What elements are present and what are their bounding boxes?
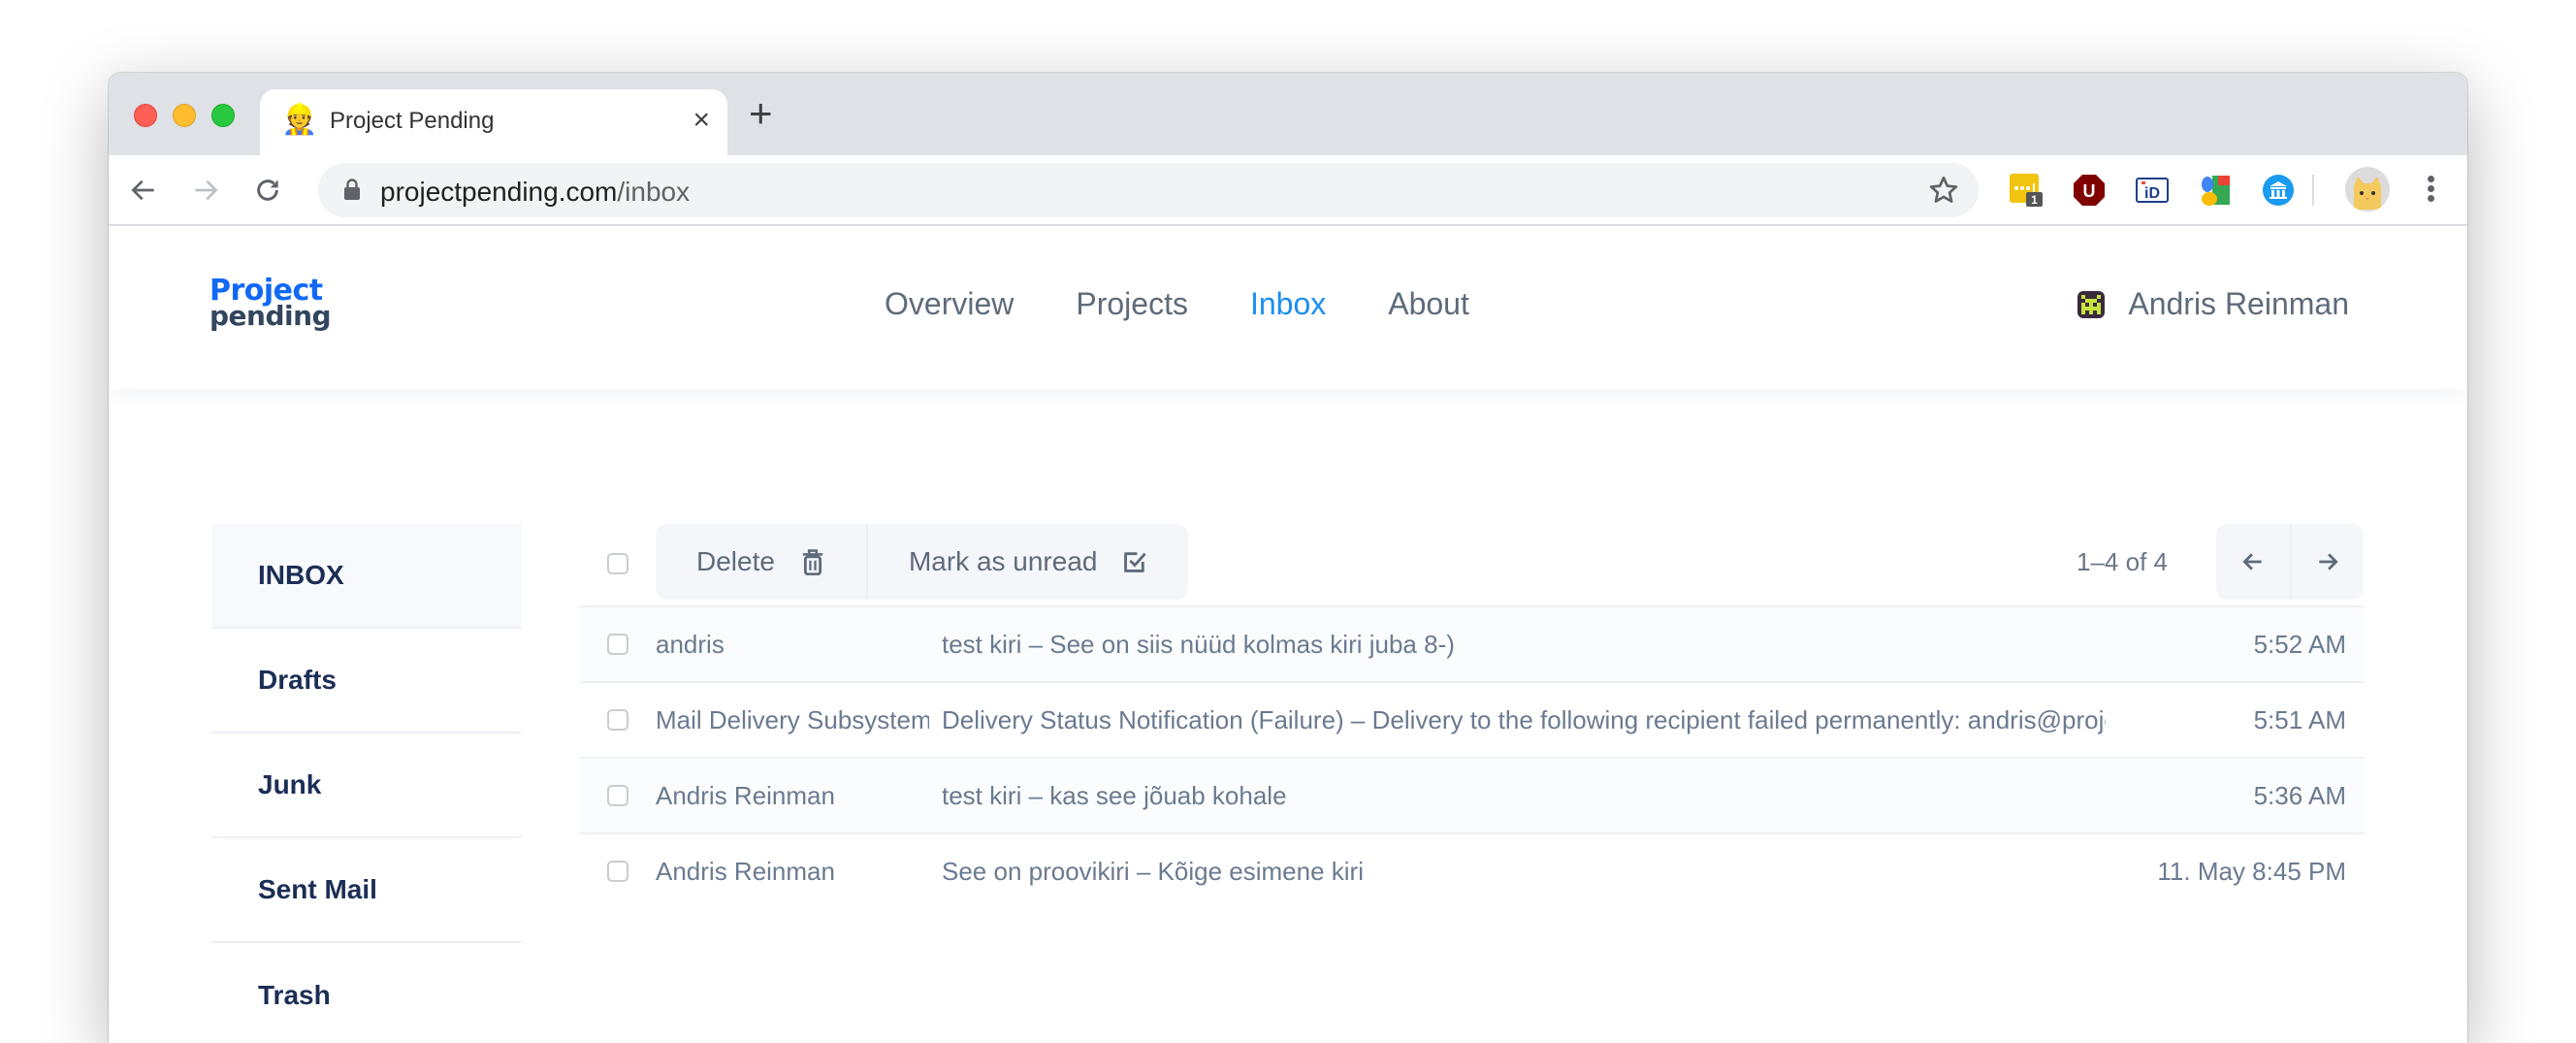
message-time: 5:36 AM (2253, 781, 2346, 810)
arrow-left-icon (2242, 553, 2262, 570)
message-checkbox[interactable] (607, 861, 628, 882)
site-logo[interactable]: Project pending (209, 277, 332, 332)
sidebar-item-drafts[interactable]: Drafts (211, 629, 522, 733)
toolbar-separator (2312, 175, 2314, 206)
museum-extension-icon[interactable] (2262, 174, 2295, 207)
arrow-left-icon (131, 179, 154, 201)
message-checkbox[interactable] (607, 634, 628, 655)
browser-toolbar: projectpending.com/inbox 1 U iD (109, 155, 2467, 226)
message-row[interactable]: Mail Delivery Subsystem Delivery Status … (580, 683, 2364, 759)
close-window-button[interactable] (134, 104, 157, 127)
mailbox-sidebar: INBOX Drafts Junk Sent Mail Trash (211, 524, 522, 1043)
svg-text:U: U (2083, 181, 2096, 201)
sidebar-item-junk[interactable]: Junk (211, 733, 522, 838)
message-sender: Andris Reinman (656, 857, 835, 886)
forward-button[interactable] (184, 169, 227, 212)
construction-worker-icon: 👷 (281, 104, 318, 136)
svg-text:1: 1 (2031, 193, 2038, 207)
maximize-window-button[interactable] (211, 104, 235, 127)
sidebar-item-trash[interactable]: Trash (211, 943, 522, 1043)
logo-line-pending: pending (209, 300, 332, 332)
mark-as-unread-label: Mark as unread (908, 546, 1098, 576)
message-time: 5:51 AM (2253, 705, 2346, 734)
message-list: Delete Mark as unread 1–4 of 4 andris te… (580, 524, 2364, 910)
next-page-button[interactable] (2290, 524, 2364, 600)
browser-window: 👷 Project Pending × + projectpending.com… (109, 73, 2467, 1043)
action-button-group: Delete Mark as unread (656, 524, 1189, 600)
ublock-extension-icon[interactable]: U (2073, 174, 2106, 207)
cat-avatar-icon (2354, 177, 2381, 210)
url-text: projectpending.com/inbox (380, 177, 690, 208)
message-row[interactable]: Andris Reinman test kiri – kas see jõuab… (580, 759, 2364, 834)
main-nav: Overview Projects Inbox About (885, 286, 1531, 322)
lastpass-extension-icon[interactable]: 1 (2010, 174, 2043, 207)
trash-icon (802, 549, 823, 575)
reload-button[interactable] (246, 169, 289, 212)
back-button[interactable] (122, 169, 165, 212)
message-row[interactable]: Andris Reinman See on proovikiri – Kõige… (580, 834, 2364, 910)
nav-projects[interactable]: Projects (1076, 286, 1188, 322)
arrow-right-icon (2319, 553, 2338, 570)
arrow-right-icon (195, 179, 218, 201)
lock-icon (344, 179, 360, 200)
nav-about[interactable]: About (1388, 286, 1469, 322)
address-bar[interactable]: projectpending.com/inbox (318, 163, 1979, 217)
browser-tab[interactable]: 👷 Project Pending × (260, 89, 727, 155)
new-tab-button[interactable]: + (749, 92, 773, 135)
checkbox-check-icon (1124, 552, 1147, 572)
delete-button[interactable]: Delete (656, 524, 866, 600)
message-subject: Delivery Status Notification (Failure) –… (942, 705, 2106, 734)
delete-label: Delete (696, 546, 775, 576)
message-sender: Andris Reinman (656, 781, 835, 810)
message-actions-bar: Delete Mark as unread 1–4 of 4 (580, 524, 2364, 607)
message-sender: andris (656, 630, 724, 659)
select-all-checkbox[interactable] (607, 553, 628, 574)
previous-page-button[interactable] (2216, 524, 2290, 600)
pagination-controls (2216, 524, 2364, 600)
web-page: Project pending Overview Projects Inbox … (109, 226, 2467, 1043)
id-extension-icon[interactable]: iD (2136, 174, 2169, 207)
pagination-text: 1–4 of 4 (2077, 547, 2168, 576)
url-host: projectpending.com (380, 177, 618, 207)
message-row[interactable]: andris test kiri – See on siis nüüd kolm… (580, 607, 2364, 683)
user-name: Andris Reinman (2128, 286, 2349, 321)
sidebar-item-inbox[interactable]: INBOX (211, 524, 522, 629)
space-invader-avatar-icon (2077, 290, 2106, 318)
reload-icon (257, 179, 278, 201)
message-subject: test kiri – See on siis nüüd kolmas kiri… (942, 630, 1455, 659)
nav-inbox[interactable]: Inbox (1250, 286, 1326, 322)
message-sender: Mail Delivery Subsystem (656, 705, 929, 734)
browser-menu-icon[interactable] (2421, 173, 2440, 208)
minimize-window-button[interactable] (173, 104, 196, 127)
sidebar-item-sent-mail[interactable]: Sent Mail (211, 838, 522, 943)
close-tab-icon[interactable]: × (692, 103, 710, 138)
message-subject: See on proovikiri – Kõige esimene kiri (942, 857, 1364, 886)
message-time: 11. May 8:45 PM (2157, 857, 2346, 886)
message-checkbox[interactable] (607, 709, 628, 731)
tab-bar: 👷 Project Pending × + (109, 73, 2467, 155)
user-menu[interactable]: Andris Reinman (2077, 286, 2349, 322)
svg-text:iD: iD (2144, 185, 2160, 202)
tab-title: Project Pending (330, 108, 495, 134)
profile-avatar[interactable] (2345, 167, 2390, 212)
google-extension-icon[interactable] (2199, 174, 2232, 207)
mark-as-unread-button[interactable]: Mark as unread (865, 524, 1189, 600)
message-time: 5:52 AM (2253, 630, 2346, 659)
site-header: Project pending Overview Projects Inbox … (109, 226, 2467, 389)
message-subject: test kiri – kas see jõuab kohale (942, 781, 1287, 810)
message-checkbox[interactable] (607, 785, 628, 806)
url-path: /inbox (617, 177, 691, 207)
bookmark-star-icon[interactable] (1926, 173, 1961, 208)
nav-overview[interactable]: Overview (885, 286, 1014, 322)
